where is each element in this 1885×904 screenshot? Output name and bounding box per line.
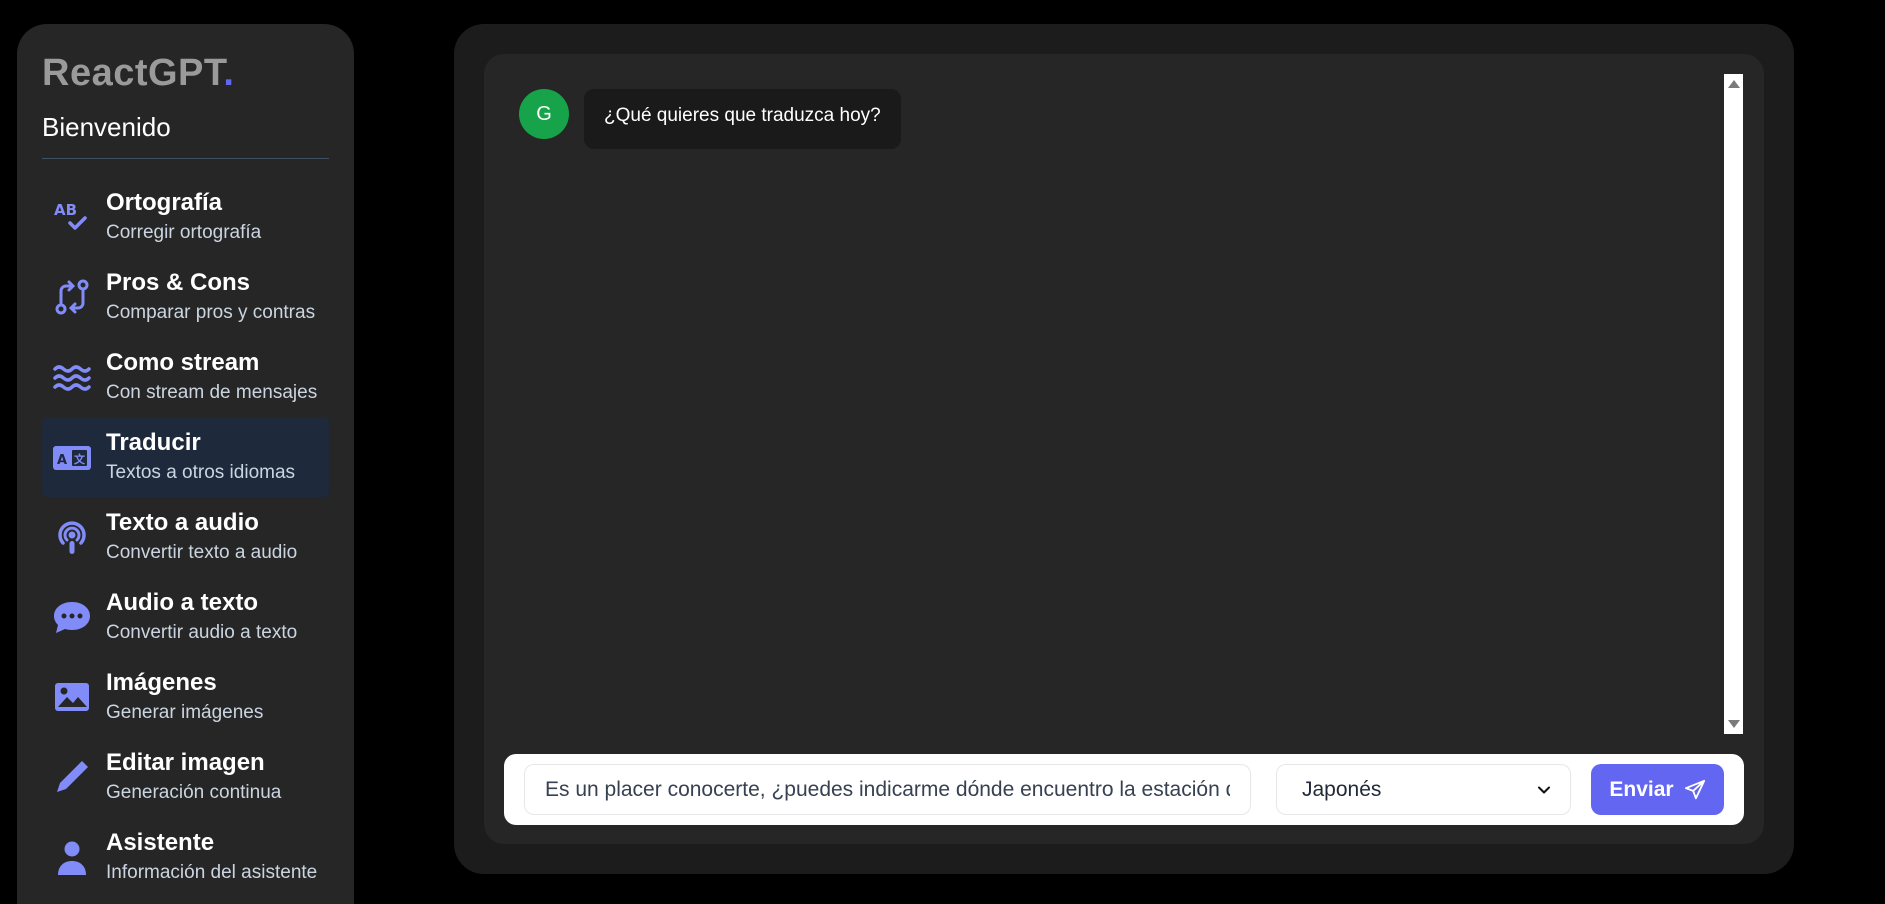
sidebar-item-title: Pros & Cons: [106, 269, 251, 296]
sidebar-item-ortografia[interactable]: AB Ortografía Corregir ortografía: [42, 177, 329, 257]
sidebar-item-traducir[interactable]: A文 Traducir Textos a otros idiomas: [42, 417, 329, 497]
sidebar-item-title: Editar imagen: [106, 749, 265, 776]
message-bubble: ¿Qué quieres que traduzca hoy?: [584, 89, 901, 149]
scroll-up-icon[interactable]: [1728, 80, 1740, 88]
sidebar-item-asistente[interactable]: Asistente Información del asistente: [42, 817, 329, 897]
podcast-icon: [48, 513, 96, 561]
sidebar-item-texto-a-audio[interactable]: Texto a audio Convertir texto a audio: [42, 497, 329, 577]
sidebar-item-title: Texto a audio: [106, 509, 259, 536]
welcome-text: Bienvenido: [42, 112, 171, 142]
sidebar-item-subtitle: Información del asistente: [106, 862, 318, 883]
main-panel: G ¿Qué quieres que traduzca hoy? Japonés…: [454, 24, 1794, 874]
sidebar-item-editar-imagen[interactable]: Editar imagen Generación continua: [42, 737, 329, 817]
chat-panel: G ¿Qué quieres que traduzca hoy? Japonés…: [484, 54, 1764, 844]
sidebar-item-pros-cons[interactable]: Pros & Cons Comparar pros y contras: [42, 257, 329, 337]
sidebar-item-subtitle: Generación continua: [106, 782, 282, 803]
language-select-value: Japonés: [1302, 777, 1382, 801]
scrollbar[interactable]: [1724, 74, 1743, 734]
message-row: G ¿Qué quieres que traduzca hoy?: [519, 89, 901, 149]
sidebar-item-title: Imágenes: [106, 669, 217, 696]
scroll-down-icon[interactable]: [1728, 720, 1740, 728]
sidebar-item-title: Audio a texto: [106, 589, 259, 616]
spell-check-icon: AB: [48, 193, 96, 241]
sidebar-item-subtitle: Comparar pros y contras: [106, 302, 316, 323]
avatar: G: [519, 89, 569, 139]
svg-text:文: 文: [74, 452, 86, 466]
sidebar-item-audio-a-texto[interactable]: Audio a texto Convertir audio a texto: [42, 577, 329, 657]
sidebar-item-subtitle: Convertir texto a audio: [106, 542, 298, 563]
message-list: G ¿Qué quieres que traduzca hoy?: [519, 89, 901, 149]
user-icon: [48, 833, 96, 881]
chevron-down-icon: [1538, 786, 1550, 793]
sidebar-item-title: Traducir: [106, 429, 201, 456]
message-input[interactable]: [524, 764, 1251, 815]
brand-logo: ReactGPT.: [42, 52, 235, 94]
paper-plane-icon: [1684, 779, 1705, 799]
sidebar-item-como-stream[interactable]: Como stream Con stream de mensajes: [42, 337, 329, 417]
comment-dots-icon: [48, 593, 96, 641]
water-icon: [48, 353, 96, 401]
sidebar-item-imagenes[interactable]: Imágenes Generar imágenes: [42, 657, 329, 737]
svg-text:A: A: [57, 453, 67, 468]
sidebar-item-subtitle: Con stream de mensajes: [106, 382, 318, 403]
message-form: Japonés Enviar: [504, 754, 1744, 825]
language-select[interactable]: Japonés: [1276, 764, 1571, 815]
sidebar-item-title: Ortografía: [106, 189, 223, 216]
sidebar-item-subtitle: Convertir audio a texto: [106, 622, 298, 643]
language-icon: A文: [48, 433, 96, 481]
sidebar-item-subtitle: Generar imágenes: [106, 702, 264, 723]
sidebar-item-title: Asistente: [106, 829, 215, 856]
sidebar: ReactGPT. Bienvenido AB Ortografía Corre…: [17, 24, 354, 904]
send-button[interactable]: Enviar: [1591, 764, 1724, 815]
code-compare-icon: [48, 273, 96, 321]
pen-icon: [48, 753, 96, 801]
sidebar-item-subtitle: Textos a otros idiomas: [106, 462, 296, 483]
svg-text:AB: AB: [54, 201, 77, 219]
sidebar-item-title: Como stream: [106, 349, 260, 376]
send-button-label: Enviar: [1609, 777, 1674, 801]
image-icon: [48, 673, 96, 721]
sidebar-item-subtitle: Corregir ortografía: [106, 222, 262, 243]
sidebar-divider: [42, 158, 329, 159]
